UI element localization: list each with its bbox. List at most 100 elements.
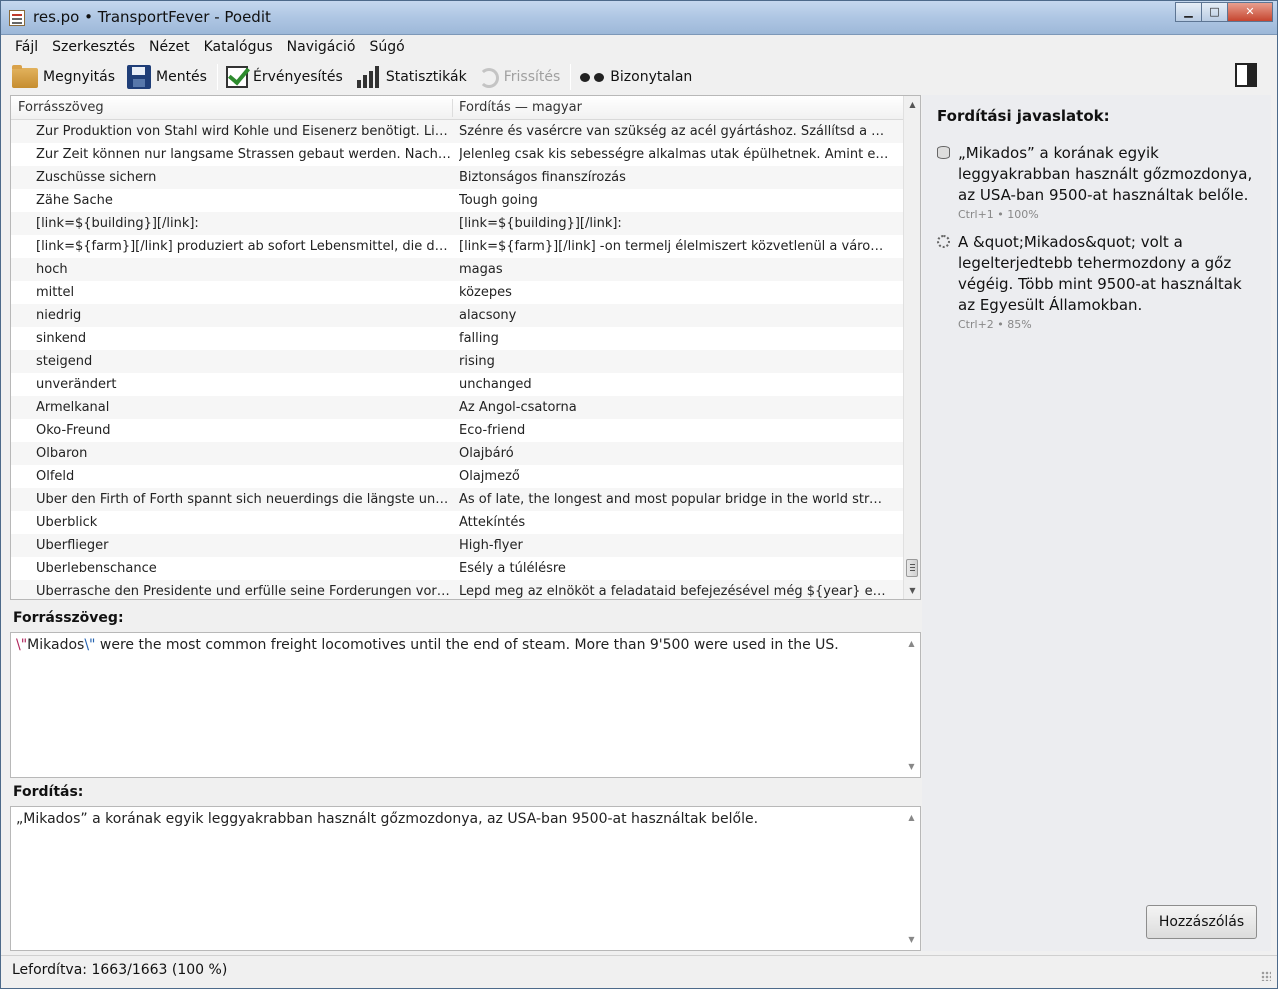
suggestions-heading: Fordítási javaslatok: xyxy=(937,107,1110,125)
row-source: Ölfeld xyxy=(36,469,75,484)
table-row[interactable]: Öko-Freund Eco-friend xyxy=(11,419,904,442)
close-button[interactable]: ✕ xyxy=(1227,2,1273,22)
translation-text: „Mikados” a korának egyik leggyakrabban … xyxy=(16,811,759,827)
table-row[interactable]: Ölbaron Olajbáró xyxy=(11,442,904,465)
statistics-button[interactable]: Statisztikák xyxy=(350,62,474,92)
table-row[interactable]: sinkend falling xyxy=(11,327,904,350)
row-source: Zähe Sache xyxy=(36,193,113,208)
scroll-down-arrow-icon[interactable]: ▼ xyxy=(903,762,920,771)
table-row[interactable]: Überflieger High-flyer xyxy=(11,534,904,557)
row-source: Zur Produktion von Stahl wird Kohle und … xyxy=(36,124,451,139)
table-row[interactable]: hoch magas xyxy=(11,258,904,281)
row-source: Überflieger xyxy=(36,538,109,553)
table-row[interactable]: mittel közepes xyxy=(11,281,904,304)
refresh-label: Frissítés xyxy=(503,69,561,85)
database-icon xyxy=(937,146,950,159)
table-row[interactable]: [link=${farm}][/link] produziert ab sofo… xyxy=(11,235,904,258)
row-translation: falling xyxy=(459,331,499,346)
row-translation: Olajbáró xyxy=(459,446,514,461)
table-row[interactable]: Zuschüsse sichern Biztonságos finanszíroz… xyxy=(11,166,904,189)
row-translation: [link=${building}][/link]: xyxy=(459,216,622,231)
gear-icon xyxy=(937,235,950,248)
list-header: Forrásszöveg Fordítás — magyar xyxy=(11,96,904,120)
row-source: Öko-Freund xyxy=(36,423,111,438)
scroll-up-arrow-icon[interactable]: ▲ xyxy=(904,96,920,113)
list-rows: Zur Produktion von Stahl wird Kohle und … xyxy=(11,120,904,599)
row-translation: Lepd meg az elnököt a feladataid befejez… xyxy=(459,584,889,599)
table-row[interactable]: Zur Produktion von Stahl wird Kohle und … xyxy=(11,120,904,143)
row-translation: magas xyxy=(459,262,503,277)
table-row[interactable]: Zähe Sache Tough going xyxy=(11,189,904,212)
row-translation: [link=${farm}][/link] -on termelj élelmi… xyxy=(459,239,889,254)
save-label: Mentés xyxy=(156,69,207,85)
menu-navigation[interactable]: Navigáció xyxy=(280,37,363,59)
row-translation: Esély a túlélésre xyxy=(459,561,566,576)
fuzzy-button[interactable]: Bizonytalan xyxy=(574,62,699,92)
row-translation: rising xyxy=(459,354,495,369)
list-scrollbar[interactable]: ▲ ▼ xyxy=(903,96,920,599)
window-title: res.po • TransportFever - Poedit xyxy=(33,8,271,26)
refresh-icon xyxy=(478,68,499,88)
row-translation: Tough going xyxy=(459,193,538,208)
source-text-view[interactable]: \"Mikados\" were the most common freight… xyxy=(10,632,921,778)
glasses-icon xyxy=(579,65,605,89)
menu-file[interactable]: Fájl xyxy=(7,37,45,59)
table-row[interactable]: [link=${building}][/link]: [link=${buildi… xyxy=(11,212,904,235)
validate-button[interactable]: Érvényesítés xyxy=(221,62,350,92)
table-row[interactable]: Überrasche den Presidente und erfülle se… xyxy=(11,580,904,599)
refresh-button[interactable]: Frissítés xyxy=(474,62,568,92)
menu-help[interactable]: Súgó xyxy=(363,37,412,59)
row-translation: Jelenleg csak kis sebességre alkalmas ut… xyxy=(459,147,889,162)
open-button[interactable]: Megnyitás xyxy=(7,62,122,92)
translation-progress: Lefordítva: 1663/1663 (100 %) xyxy=(12,962,228,978)
translation-editor[interactable]: „Mikados” a korának egyik leggyakrabban … xyxy=(10,806,921,951)
row-source: Zuschüsse sichern xyxy=(36,170,157,185)
source-text: \"Mikados\" were the most common freight… xyxy=(16,637,839,653)
sidebar-toggle-icon[interactable] xyxy=(1235,63,1257,87)
add-comment-button[interactable]: Hozzászólás xyxy=(1146,905,1257,939)
table-row[interactable]: Zur Zeit können nur langsame Strassen ge… xyxy=(11,143,904,166)
source-scrollbar[interactable]: ▲ ▼ xyxy=(903,633,920,777)
table-row[interactable]: Ärmelkanal Az Angol-csatorna xyxy=(11,396,904,419)
row-translation: Biztonságos finanszírozás xyxy=(459,170,626,185)
scroll-up-arrow-icon[interactable]: ▲ xyxy=(903,813,920,822)
entries-list[interactable]: Forrásszöveg Fordítás — magyar Zur Produ… xyxy=(10,95,921,600)
maximize-button[interactable]: □ xyxy=(1201,2,1228,22)
validate-label: Érvényesítés xyxy=(252,69,343,85)
minimize-button[interactable]: ▁ xyxy=(1175,2,1202,22)
row-source: [link=${building}][/link]: xyxy=(36,216,199,231)
row-source: Überlebenschance xyxy=(36,561,157,576)
app-window: res.po • TransportFever - Poedit ▁ □ ✕ F… xyxy=(0,0,1278,989)
row-source: [link=${farm}][/link] produziert ab sofo… xyxy=(36,239,451,254)
menu-edit[interactable]: Szerkesztés xyxy=(45,37,142,59)
toolbar: Megnyitás Mentés Érvényesítés Statisztik… xyxy=(7,60,1271,94)
scroll-down-arrow-icon[interactable]: ▼ xyxy=(903,935,920,944)
row-translation: Eco-friend xyxy=(459,423,526,438)
translation-pane-label: Fordítás: xyxy=(13,784,84,800)
scroll-up-arrow-icon[interactable]: ▲ xyxy=(903,639,920,648)
table-row[interactable]: niedrig alacsony xyxy=(11,304,904,327)
table-row[interactable]: Über den Firth of Forth spannt sich neue… xyxy=(11,488,904,511)
folder-icon xyxy=(12,65,38,88)
row-translation: Az Angol-csatorna xyxy=(459,400,577,415)
scrollbar-thumb[interactable] xyxy=(906,559,918,577)
translation-scrollbar[interactable]: ▲ ▼ xyxy=(903,807,920,950)
table-row[interactable]: unverändert unchanged xyxy=(11,373,904,396)
table-row[interactable]: Überblick Áttekíntés xyxy=(11,511,904,534)
row-source: mittel xyxy=(36,285,75,300)
table-row[interactable]: Überlebenschance Esély a túlélésre xyxy=(11,557,904,580)
table-row[interactable]: Ölfeld Olajmező xyxy=(11,465,904,488)
row-source: unverändert xyxy=(36,377,117,392)
menu-catalog[interactable]: Katalógus xyxy=(197,37,280,59)
row-source: steigend xyxy=(36,354,93,369)
bar-chart-icon xyxy=(355,65,381,89)
menu-view[interactable]: Nézet xyxy=(142,37,197,59)
scroll-down-arrow-icon[interactable]: ▼ xyxy=(904,582,920,599)
column-header-source[interactable]: Forrásszöveg xyxy=(18,100,104,115)
column-header-translation[interactable]: Fordítás — magyar xyxy=(459,100,582,115)
row-source: Ölbaron xyxy=(36,446,88,461)
table-row[interactable]: steigend rising xyxy=(11,350,904,373)
resize-grip-icon[interactable] xyxy=(1261,971,1271,981)
row-source: Überblick xyxy=(36,515,98,530)
save-button[interactable]: Mentés xyxy=(122,62,214,92)
